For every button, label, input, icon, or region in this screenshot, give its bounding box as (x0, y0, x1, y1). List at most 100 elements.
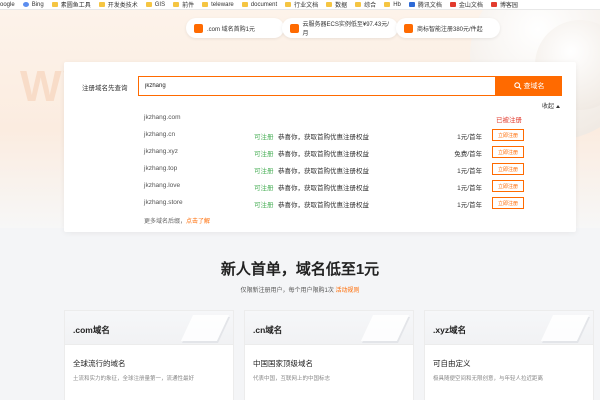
bookmark-item[interactable]: oogle (0, 2, 15, 8)
result-row: jkzhang.love 可注册 恭喜你，获取首购优惠注册权益 1元/首年 立即… (64, 178, 576, 194)
result-price: 1元/首年 (457, 134, 482, 141)
bookmark-item[interactable]: 博客园 (490, 0, 518, 9)
result-status: 可注册 (254, 202, 274, 209)
result-status: 可注册 (254, 151, 274, 158)
promo-ecs[interactable]: 云服务器ECS实例低至¥97.43元/月 (282, 18, 398, 38)
result-desc: 恭喜你，获取首购优惠注册权益 (278, 151, 369, 158)
bookmark-label: Hb (393, 1, 401, 8)
card-desc: 代表中国，互联网上的中国标志 (253, 376, 331, 382)
collapse-toggle[interactable]: 收起 (542, 101, 561, 110)
bookmark-item[interactable]: 综合 (355, 0, 376, 9)
promo-subline: 仅限新注册用户，每个用户限购1次 活动规则 (0, 285, 600, 294)
promo-headline: 新人首单，域名低至1元 (220, 261, 380, 278)
card-title: .xyz域名 (433, 325, 467, 335)
search-icon (513, 82, 522, 90)
bookmark-item[interactable]: document (241, 1, 278, 8)
result-status: 可注册 (254, 168, 274, 175)
folder-icon (173, 2, 180, 7)
bookmark-item[interactable]: 腾讯文档 (408, 0, 442, 9)
result-domain: jkzhang.xyz (144, 148, 178, 155)
result-taken-status: 已被注册 (496, 117, 522, 124)
result-row: jkzhang.cn 可注册 恭喜你，获取首购优惠注册权益 1元/首年 立即注册 (64, 127, 576, 143)
promo-trademark[interactable]: 商标智能注册380元/件起 (396, 18, 500, 38)
result-price: 免费/首年 (454, 151, 482, 158)
bookmark-item[interactable]: 数据 (326, 0, 347, 9)
more-suffixes: 更多域名后缀，点击了解 (144, 216, 210, 225)
bookmark-item[interactable]: 素圆鱼工具 (51, 0, 91, 9)
more-suffixes-link[interactable]: 点击了解 (186, 219, 210, 225)
result-price: 1元/首年 (457, 185, 482, 192)
bookmark-label: 前件 (182, 3, 195, 9)
folder-icon (285, 2, 292, 7)
bookmark-label: Bing (31, 1, 44, 8)
register-button[interactable]: 立即注册 (492, 180, 524, 192)
server-icon (290, 23, 299, 33)
folder-icon (202, 2, 209, 7)
result-desc: 恭喜你，获取首购优惠注册权益 (278, 202, 369, 209)
card-title: .cn域名 (253, 325, 283, 335)
search-domain-button[interactable]: 查域名 (496, 76, 562, 96)
bookmark-label: 综合 (364, 3, 377, 9)
result-domain: jkzhang.com (144, 114, 181, 121)
search-button-label: 查域名 (523, 83, 545, 90)
domain-card-cn[interactable]: .cn域名 中国国家顶级域名 代表中国，互联网上的中国标志 (244, 310, 414, 400)
bookmark-item[interactable]: 行业文档 (285, 0, 318, 9)
bookmark-label: 金山文档 (458, 3, 483, 9)
register-button[interactable]: 立即注册 (492, 146, 524, 158)
trademark-icon (404, 23, 413, 33)
bookmark-label: 行业文档 (294, 3, 319, 9)
card-subtitle: 中国国家顶级域名 (253, 359, 313, 368)
card-decoration (180, 315, 230, 341)
folder-icon (241, 2, 248, 7)
domain-search-input[interactable] (138, 76, 496, 96)
promo-com-label: .com 域名首购1元 (207, 26, 256, 33)
bookmark-label: 腾讯文档 (417, 3, 442, 9)
result-status: 可注册 (254, 185, 274, 192)
result-desc: 恭喜你，获取首购优惠注册权益 (278, 185, 369, 192)
bookmark-label: teleware (211, 1, 234, 8)
bookmark-item[interactable]: 开发类技术 (98, 0, 138, 9)
search-label: 注册域名先查询 (82, 85, 128, 92)
result-row: jkzhang.xyz 可注册 恭喜你，获取首购优惠注册权益 免费/首年 立即注… (64, 144, 576, 160)
result-status: 可注册 (254, 134, 274, 141)
promo-ecs-label: 云服务器ECS实例低至¥97.43元/月 (302, 22, 389, 37)
bookmark-label: oogle (0, 1, 15, 8)
result-desc: 恭喜你，获取首购优惠注册权益 (278, 134, 369, 141)
tencent-docs-icon (408, 2, 415, 7)
result-row: jkzhang.top 可注册 恭喜你，获取首购优惠注册权益 1元/首年 立即注… (64, 161, 576, 177)
bookmark-item[interactable]: GIS (145, 1, 166, 8)
register-button[interactable]: 立即注册 (492, 163, 524, 175)
result-domain: jkzhang.cn (144, 131, 176, 138)
card-title: .com域名 (73, 325, 110, 335)
domain-search-panel: 注册域名先查询 查域名 收起 jkzhang.com 已被注册 jkzhang.… (64, 62, 576, 232)
promo-com[interactable]: .com 域名首购1元 (186, 18, 284, 38)
domain-card-com[interactable]: .com域名 全球流行的域名 土流和实力的象征，全球注册量第一，流通性最好 (64, 310, 234, 400)
chevron-up-icon (556, 104, 561, 108)
register-button[interactable]: 立即注册 (492, 129, 524, 141)
domain-card-xyz[interactable]: .xyz域名 可自由定义 极具随便空间和无限创意，与年轻人拉近距离 (424, 310, 594, 400)
kingsoft-docs-icon (449, 2, 456, 7)
bookmark-label: 博客园 (499, 3, 518, 9)
card-subtitle: 全球流行的域名 (73, 359, 126, 368)
result-price: 1元/首年 (457, 168, 482, 175)
bookmark-label: document (250, 1, 278, 8)
bookmark-item[interactable]: teleware (202, 2, 234, 8)
bookmark-item[interactable]: 前件 (173, 0, 194, 9)
bookmark-item[interactable]: Bing (22, 1, 44, 8)
bookmark-label: GIS (154, 1, 166, 8)
register-button[interactable]: 立即注册 (492, 197, 524, 209)
bookmarks-bar: oogle Bing 素圆鱼工具 开发类技术 GIS 前件 teleware document… (0, 0, 600, 10)
cnblogs-icon (490, 2, 497, 7)
bookmark-item[interactable]: 金山文档 (449, 0, 483, 9)
more-suffixes-text: 更多域名后缀， (144, 219, 187, 225)
result-domain: jkzhang.store (144, 199, 183, 206)
bookmark-label: 素圆鱼工具 (60, 3, 91, 9)
bookmark-item[interactable]: Hb (384, 2, 401, 8)
result-domain: jkzhang.love (144, 182, 181, 189)
card-decoration (360, 315, 410, 341)
bing-icon (22, 2, 29, 7)
card-desc: 土流和实力的象征，全球注册量第一，流通性最好 (73, 376, 195, 382)
bookmark-label: 数据 (335, 3, 348, 9)
activity-rules-link[interactable]: 活动规则 (336, 288, 360, 294)
card-desc: 极具随便空间和无限创意，与年轻人拉近距离 (433, 376, 544, 382)
